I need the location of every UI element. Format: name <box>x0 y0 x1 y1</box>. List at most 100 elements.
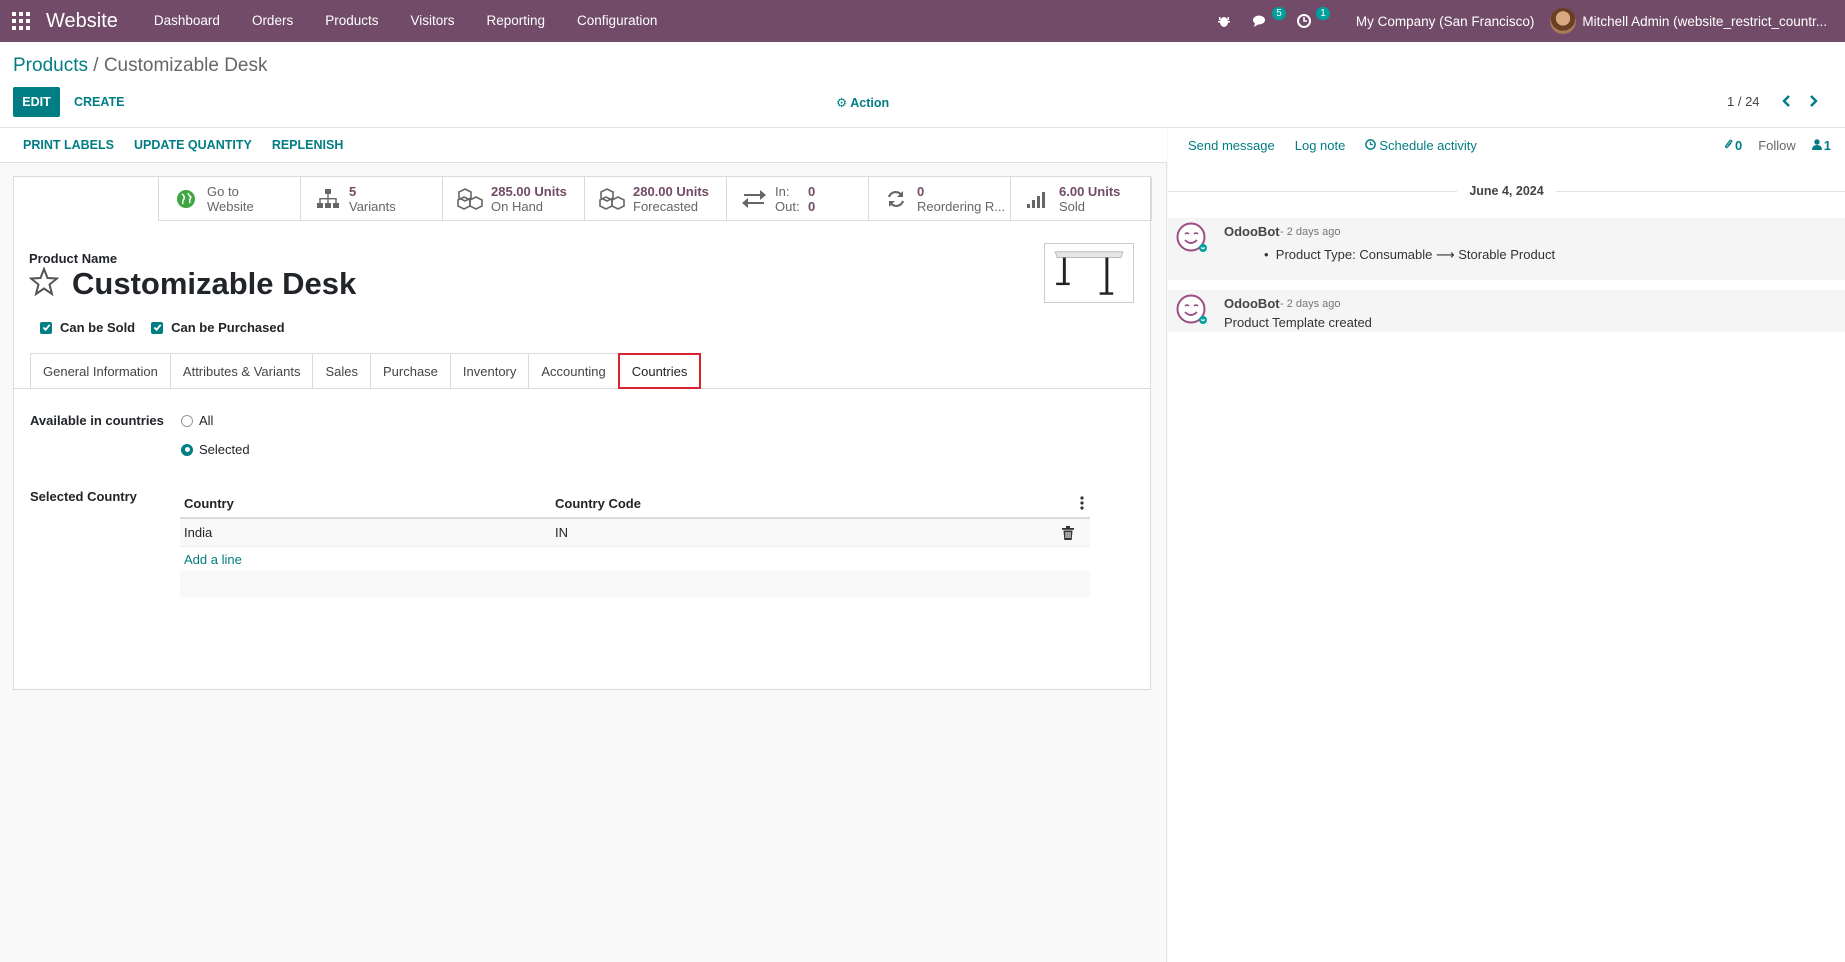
tab-inventory[interactable]: Inventory <box>449 353 529 389</box>
messages-icon[interactable]: 5 <box>1242 0 1286 42</box>
forecasted-label: Forecasted <box>633 199 699 214</box>
chatter-message: OdooBot - 2 days ago Product Template cr… <box>1168 290 1845 332</box>
sold-value: 6.00 Units <box>1059 184 1121 199</box>
radio-unchecked-icon[interactable] <box>181 414 193 427</box>
sale-purchase-checkboxes: Can be Sold Can be Purchased <box>40 320 301 335</box>
schedule-activity-button[interactable]: Schedule activity <box>1355 138 1487 153</box>
add-a-line-link[interactable]: Add a line <box>180 547 1090 571</box>
tab-sales[interactable]: Sales <box>312 353 370 389</box>
form-statusbar: PRINT LABELS UPDATE QUANTITY REPLENISH <box>0 128 1167 163</box>
variants-button[interactable]: 5 Variants <box>300 177 442 221</box>
on-hand-button[interactable]: 285.00 Units On Hand <box>442 177 584 221</box>
menu-reporting[interactable]: Reporting <box>471 0 562 42</box>
can-be-purchased-field[interactable]: Can be Purchased <box>151 320 285 335</box>
website-line1: Go to <box>207 184 239 199</box>
menu-configuration[interactable]: Configuration <box>561 0 673 42</box>
message-tracking-value: • Product Type: Consumable ⟶ Storable Pr… <box>1264 247 1555 263</box>
column-country[interactable]: Country <box>180 496 551 511</box>
followers-button[interactable]: 1 <box>1804 138 1839 153</box>
pager-next-icon[interactable] <box>1804 91 1824 111</box>
tab-accounting[interactable]: Accounting <box>528 353 618 389</box>
debug-bug-icon[interactable] <box>1206 0 1242 42</box>
favorite-star-icon[interactable] <box>28 266 60 297</box>
log-note-button[interactable]: Log note <box>1285 138 1356 153</box>
tab-general-information[interactable]: General Information <box>30 353 170 389</box>
forecasted-value: 280.00 Units <box>633 184 709 199</box>
radio-selected[interactable]: Selected <box>181 442 250 457</box>
odoobot-avatar-icon <box>1176 294 1208 326</box>
radio-checked-icon[interactable] <box>181 443 193 456</box>
control-panel: Products / Customizable Desk EDIT CREATE… <box>0 42 1845 128</box>
on-hand-value: 285.00 Units <box>491 184 567 199</box>
cubes-icon <box>599 187 625 211</box>
notebook-tabs: General Information Attributes & Variant… <box>14 353 1150 389</box>
follow-button[interactable]: Follow <box>1750 138 1804 153</box>
radio-all[interactable]: All <box>181 413 213 428</box>
create-button[interactable]: CREATE <box>74 87 124 117</box>
trash-icon[interactable] <box>1062 526 1074 540</box>
can-be-sold-label: Can be Sold <box>60 320 136 335</box>
replenish-button[interactable]: REPLENISH <box>262 138 354 152</box>
message-time: - 2 days ago <box>1280 226 1341 238</box>
reordering-count: 0 <box>917 184 925 199</box>
tab-attributes-variants[interactable]: Attributes & Variants <box>169 353 313 389</box>
apps-menu-icon[interactable] <box>0 0 42 42</box>
refresh-icon <box>883 187 909 211</box>
go-to-website-button[interactable]: Go to Website <box>158 177 300 221</box>
followers-count: 1 <box>1823 138 1831 153</box>
column-options-kebab-icon[interactable] <box>1080 496 1084 510</box>
message-body: Product Template created <box>1224 315 1372 330</box>
selected-country-label: Selected Country <box>30 489 137 504</box>
activities-clock-icon[interactable]: 1 <box>1286 0 1330 42</box>
checkbox-checked-icon[interactable] <box>40 321 52 334</box>
form-sheet: Go to Website 5 Variants 285.00 Units On… <box>13 176 1152 690</box>
sitemap-icon <box>315 187 341 211</box>
action-menu-button[interactable]: ⚙ Action <box>836 95 889 110</box>
available-countries-label: Available in countries <box>30 413 164 428</box>
can-be-sold-field[interactable]: Can be Sold <box>40 320 135 335</box>
out-label: Out: <box>775 199 800 214</box>
company-switcher[interactable]: My Company (San Francisco) <box>1330 14 1551 29</box>
forecasted-button[interactable]: 280.00 Units Forecasted <box>584 177 726 221</box>
menu-visitors[interactable]: Visitors <box>394 0 470 42</box>
tab-purchase[interactable]: Purchase <box>369 353 450 389</box>
pager-value[interactable]: 1 / 24 <box>1727 94 1760 109</box>
table-row[interactable]: India IN <box>180 519 1090 547</box>
cubes-icon <box>457 187 483 211</box>
update-quantity-button[interactable]: UPDATE QUANTITY <box>124 138 262 152</box>
breadcrumb-products-link[interactable]: Products <box>13 55 88 76</box>
chatter-topbar: Send message Log note Schedule activity … <box>1168 128 1845 163</box>
column-country-code[interactable]: Country Code <box>551 496 1090 511</box>
reordering-label: Reordering R... <box>917 199 1006 214</box>
attachments-button[interactable]: 0 <box>1716 138 1750 153</box>
activities-badge: 1 <box>1316 7 1330 20</box>
menu-dashboard[interactable]: Dashboard <box>138 0 236 42</box>
arrow-right-icon: ⟶ <box>1435 247 1459 262</box>
breadcrumb-separator: / <box>87 55 104 76</box>
message-author[interactable]: OdooBot <box>1224 296 1280 311</box>
clock-icon <box>1365 138 1377 153</box>
app-name[interactable]: Website <box>46 10 118 33</box>
selected-country-table: Country Country Code India IN Add a line <box>180 489 1090 597</box>
message-author[interactable]: OdooBot <box>1224 224 1280 239</box>
radio-all-label: All <box>199 413 214 428</box>
message-date: June 4, 2024 <box>1469 184 1544 198</box>
pager-previous-icon[interactable] <box>1776 91 1796 111</box>
edit-button[interactable]: EDIT <box>13 87 60 117</box>
send-message-button[interactable]: Send message <box>1178 138 1285 153</box>
print-labels-button[interactable]: PRINT LABELS <box>13 138 124 152</box>
menu-products[interactable]: Products <box>309 0 394 42</box>
user-menu[interactable]: Mitchell Admin (website_restrict_countr.… <box>1550 8 1845 34</box>
messages-badge: 5 <box>1272 7 1286 20</box>
sold-button[interactable]: 6.00 Units Sold <box>1010 177 1152 221</box>
menu-orders[interactable]: Orders <box>236 0 309 42</box>
tab-countries[interactable]: Countries <box>617 353 702 389</box>
in-out-button[interactable]: In: 0 Out: 0 <box>726 177 868 221</box>
top-navbar: Website Dashboard Orders Products Visito… <box>0 0 1845 42</box>
sold-label: Sold <box>1059 199 1086 214</box>
product-image[interactable] <box>1044 243 1134 303</box>
checkbox-checked-icon[interactable] <box>151 321 164 334</box>
cell-country[interactable]: India <box>180 525 551 540</box>
reordering-rules-button[interactable]: 0 Reordering R... <box>868 177 1010 221</box>
cell-country-code[interactable]: IN <box>551 525 1090 540</box>
